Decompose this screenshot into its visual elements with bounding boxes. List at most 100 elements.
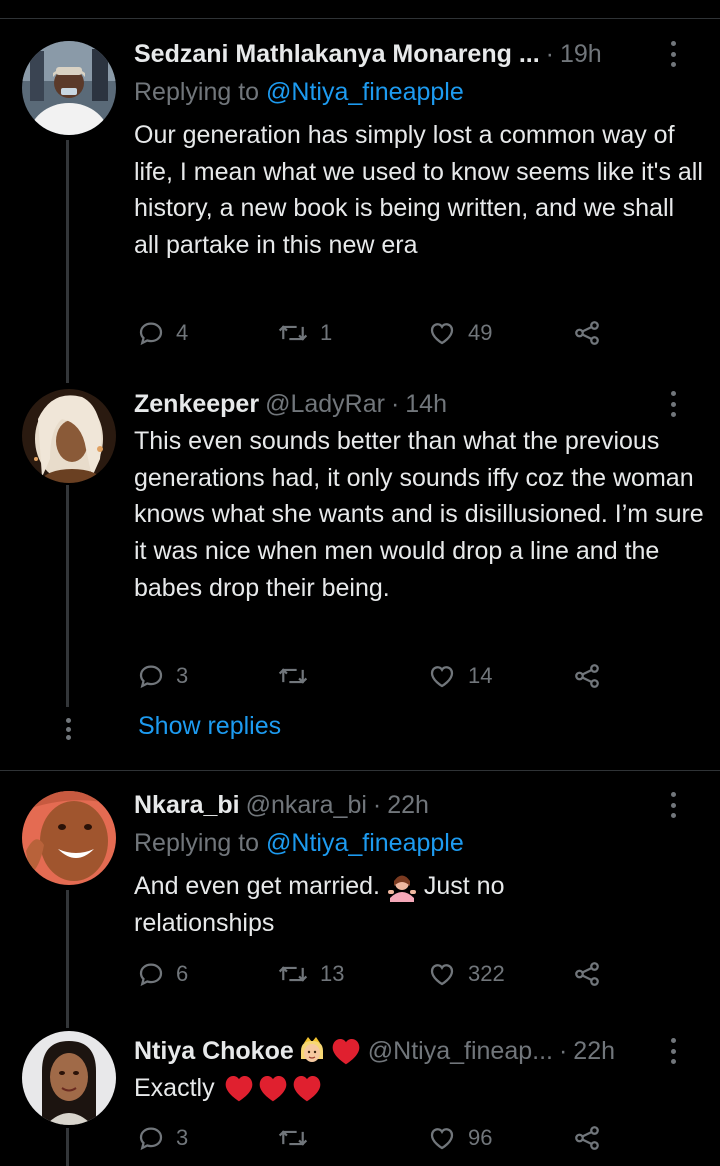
- replying-to-label: Replying to: [134, 78, 260, 106]
- retweet-icon: [278, 966, 308, 982]
- heart-emoji: [332, 1039, 360, 1065]
- like-icon: [430, 666, 454, 688]
- share-button[interactable]: [572, 660, 602, 692]
- share-icon: [575, 1126, 599, 1150]
- show-replies-link[interactable]: Show replies: [138, 712, 281, 741]
- tweet-header: Sedzani Mathlakanya Monareng ... · 19h: [134, 37, 706, 71]
- timestamp[interactable]: 19h: [560, 40, 602, 69]
- retweet-icon: [278, 1130, 308, 1146]
- display-name[interactable]: Sedzani Mathlakanya Monareng ...: [134, 40, 540, 69]
- like-count: 49: [468, 320, 493, 345]
- replying-to: Replying to @Ntiya_fineapple: [134, 78, 464, 107]
- reply-icon: [139, 322, 163, 346]
- more-replies-indicator: [66, 718, 71, 740]
- like-icon: [430, 1128, 454, 1150]
- avatar[interactable]: [22, 41, 116, 135]
- heart-emoji: [293, 1076, 320, 1102]
- tweet-header: Nkara_bi @nkara_bi · 22h: [134, 788, 706, 822]
- tweet-text-part: relationships: [134, 908, 275, 937]
- divider: [0, 18, 720, 19]
- tweet-thread: Sedzani Mathlakanya Monareng ... · 19h R…: [0, 0, 720, 1166]
- tweet-header: Ntiya Chokoe @Ntiya_fineap... · 22h: [134, 1034, 706, 1068]
- reply-button[interactable]: 3: [136, 1122, 188, 1154]
- tweet-text: And even get married. Just no relationsh…: [134, 868, 704, 941]
- reply-button[interactable]: 3: [136, 660, 188, 692]
- heart-emoji: [225, 1076, 252, 1102]
- more-icon[interactable]: [670, 41, 676, 67]
- display-name[interactable]: Ntiya Chokoe: [134, 1037, 294, 1066]
- retweet-count: 13: [320, 961, 345, 986]
- tweet-text-part: And even get married.: [134, 872, 380, 900]
- retweet-icon: [278, 668, 308, 684]
- reply-icon: [139, 665, 163, 689]
- share-icon: [575, 962, 599, 986]
- separator-dot: ·: [372, 790, 382, 819]
- retweet-button[interactable]: 1: [276, 317, 332, 349]
- avatar[interactable]: [22, 389, 116, 483]
- more-icon[interactable]: [670, 1038, 676, 1064]
- mention-link[interactable]: @Ntiya_fineapple: [266, 829, 464, 857]
- reply-icon: [139, 1127, 163, 1151]
- tweet-text: This even sounds better than what the pr…: [134, 427, 704, 602]
- timestamp[interactable]: 14h: [405, 390, 447, 419]
- like-button[interactable]: 322: [426, 958, 505, 990]
- timestamp[interactable]: 22h: [387, 791, 429, 820]
- display-name[interactable]: Zenkeeper: [134, 390, 259, 419]
- reply-count: 3: [176, 1125, 189, 1150]
- tweet-header: Zenkeeper @LadyRar · 14h: [134, 387, 706, 421]
- display-name[interactable]: Nkara_bi: [134, 791, 240, 820]
- thread-line: [66, 140, 69, 383]
- like-count: 96: [468, 1125, 493, 1150]
- share-button[interactable]: [572, 958, 602, 990]
- tweet-text: Exactly: [134, 1070, 704, 1107]
- share-icon: [575, 664, 599, 688]
- timestamp[interactable]: 22h: [573, 1037, 615, 1066]
- user-handle[interactable]: @nkara_bi: [246, 791, 367, 820]
- reply-count: 6: [176, 961, 189, 986]
- thread-line: [66, 890, 69, 1028]
- retweet-button[interactable]: 13: [276, 958, 344, 990]
- tweet-text-part: Just no: [423, 872, 505, 900]
- avatar[interactable]: [22, 791, 116, 885]
- like-button[interactable]: 49: [426, 317, 492, 349]
- reply-button[interactable]: 4: [136, 317, 188, 349]
- princess-emoji: [300, 1037, 323, 1062]
- replying-to: Replying to @Ntiya_fineapple: [134, 829, 464, 858]
- replying-to-label: Replying to: [134, 829, 260, 857]
- retweet-icon: [278, 325, 308, 341]
- like-count: 322: [468, 961, 505, 986]
- tweet-actions: 3 14: [134, 660, 614, 692]
- share-button[interactable]: [572, 317, 602, 349]
- reply-count: 4: [176, 320, 189, 345]
- like-count: 14: [468, 663, 493, 688]
- user-handle[interactable]: @Ntiya_fineap...: [368, 1037, 553, 1066]
- woman-shrugging-emoji: [387, 875, 416, 903]
- divider: [0, 770, 720, 771]
- tweet-text-part: Exactly: [134, 1074, 215, 1102]
- tweet-actions: 6 13 322: [134, 958, 614, 990]
- tweet-text: Our generation has simply lost a common …: [134, 121, 703, 260]
- tweet-actions: 3 96: [134, 1122, 614, 1154]
- reply-icon: [139, 963, 163, 987]
- retweet-button[interactable]: [276, 1122, 310, 1154]
- separator-dot: ·: [558, 1036, 568, 1065]
- separator-dot: ·: [390, 389, 400, 418]
- tweet-actions: 4 1 49: [134, 317, 614, 349]
- like-button[interactable]: 14: [426, 660, 492, 692]
- retweet-button[interactable]: [276, 660, 310, 692]
- like-button[interactable]: 96: [426, 1122, 492, 1154]
- separator-dot: ·: [545, 39, 554, 68]
- heart-emoji: [259, 1076, 286, 1102]
- reply-count: 3: [176, 663, 189, 688]
- reply-button[interactable]: 6: [136, 958, 188, 990]
- share-button[interactable]: [572, 1122, 602, 1154]
- user-handle[interactable]: @LadyRar: [265, 390, 385, 419]
- mention-link[interactable]: @Ntiya_fineapple: [266, 78, 464, 106]
- more-icon[interactable]: [670, 792, 676, 818]
- thread-line: [66, 1128, 69, 1166]
- retweet-count: 1: [320, 320, 333, 345]
- like-icon: [430, 323, 454, 345]
- avatar[interactable]: [22, 1031, 116, 1125]
- like-icon: [430, 964, 454, 986]
- more-icon[interactable]: [670, 391, 676, 417]
